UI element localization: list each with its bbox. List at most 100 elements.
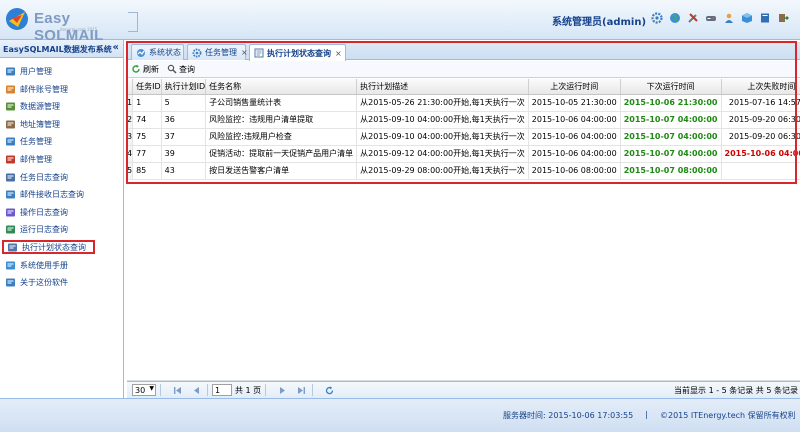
tab-task-management[interactable]: 任务管理 × — [187, 44, 248, 60]
pager-separator — [312, 384, 314, 396]
sidebar-item-7[interactable]: 任务日志查询 — [4, 170, 68, 184]
table-row[interactable]: 1 1 5 子公司销售量统计表 从2015-05-26 21:30:00开始,每1天执行… — [127, 94, 800, 112]
sidebar-item-9[interactable]: 操作日志查询 — [4, 205, 68, 219]
query-button[interactable]: 查询 — [167, 64, 195, 75]
sidebar-item-11[interactable]: 执行计划状态查询 — [2, 240, 95, 254]
sidebar-item-label: 操作日志查询 — [20, 207, 68, 217]
pager-separator — [207, 384, 208, 396]
plan-desc-cell: 从2015-09-29 08:00:00开始,每1天执行一次 — [356, 162, 529, 180]
user-icon[interactable] — [722, 11, 735, 24]
sidebar-item-5[interactable]: 任务管理 — [4, 134, 52, 148]
sidebar-item-label: 运行日志查询 — [20, 224, 68, 234]
sidebar-item-12[interactable]: 系统使用手册 — [4, 258, 68, 272]
column-header-task-id[interactable]: 任务ID — [132, 79, 162, 95]
table-row[interactable]: 5 85 43 按日发送告警客户清单 从2015-09-29 08:00:00开始,每1… — [127, 162, 800, 180]
refresh-label: 刷新 — [143, 64, 159, 74]
close-icon[interactable]: × — [335, 49, 342, 58]
sidebar-item-2[interactable]: 邮件账号管理 — [4, 82, 68, 96]
task-id-cell: 74 — [132, 111, 162, 129]
address-book-icon — [4, 118, 16, 130]
column-header-plan-id[interactable]: 执行计划ID — [161, 79, 207, 95]
refresh-button[interactable]: 刷新 — [131, 64, 159, 75]
plan-desc-cell: 从2015-09-10 04:00:00开始,每1天执行一次 — [356, 128, 529, 146]
tab-label: 执行计划状态查询 — [267, 48, 331, 58]
task-gear-icon — [192, 48, 202, 58]
logo-mark-icon — [6, 8, 28, 30]
tab-system-status[interactable]: 系统状态 — [131, 44, 184, 60]
last-fail-cell: 2015-09-20 06:30:00 — [721, 111, 800, 129]
last-fail-cell — [721, 162, 800, 180]
next-page-button[interactable] — [275, 384, 289, 396]
manual-icon — [4, 259, 16, 271]
task-id-cell: 77 — [132, 145, 162, 163]
column-header-last-fail[interactable]: 上次失败时间 — [721, 79, 800, 95]
sidebar-item-6[interactable]: 邮件管理 — [4, 152, 52, 166]
last-run-cell: 2015-10-06 08:00:00 — [528, 162, 621, 180]
status-icon — [136, 48, 146, 58]
last-page-button[interactable] — [294, 384, 308, 396]
logo-subtitle: itenergy.com 2015 — [60, 27, 98, 32]
cube-icon[interactable] — [740, 11, 753, 24]
envelope-icon — [4, 153, 16, 165]
tab-bar: 系统状态 任务管理 × 执行计划状态查询 × — [127, 42, 800, 61]
grid-header-row: 任务ID 执行计划ID 任务名称 执行计划描述 上次运行时间 下次运行时间 上次… — [127, 79, 800, 95]
admin-user-label[interactable]: 系统管理员(admin) — [552, 13, 646, 28]
column-header-task-name[interactable]: 任务名称 — [205, 79, 358, 95]
globe-icon[interactable] — [668, 11, 681, 24]
gamepad-icon[interactable] — [704, 11, 717, 24]
page-size-select[interactable]: 30 ▼ — [132, 384, 156, 396]
plan-desc-cell: 从2015-09-12 04:00:00开始,每1天执行一次 — [356, 145, 529, 163]
sidebar-title: EasySQLMAIL数据发布系统 — [3, 45, 112, 54]
plan-desc-cell: 从2015-05-26 21:30:00开始,每1天执行一次 — [356, 94, 529, 112]
record-count-info: 当前显示 1 - 5 条记录 共 5 条记录 — [674, 386, 798, 395]
tab-label: 系统状态 — [149, 48, 181, 57]
plan-id-cell: 37 — [161, 128, 207, 146]
column-header-last-run[interactable]: 上次运行时间 — [528, 79, 621, 95]
tools-icon[interactable] — [686, 11, 699, 24]
close-icon[interactable]: × — [241, 48, 248, 57]
gear-icon[interactable] — [650, 11, 663, 24]
app-footer: 服务器时间: 2015-10-06 17:03:55 | ©2015 ITEne… — [0, 398, 800, 432]
main-panel: 系统状态 任务管理 × 执行计划状态查询 × 刷新 查询 任务ID 执行计划ID… — [127, 42, 800, 398]
first-page-button[interactable] — [170, 384, 184, 396]
page-number-input[interactable]: 1 — [212, 384, 232, 396]
exit-icon[interactable] — [776, 11, 789, 24]
sidebar-item-10[interactable]: 运行日志查询 — [4, 222, 68, 236]
reload-button[interactable] — [322, 384, 336, 396]
column-header-plan-desc[interactable]: 执行计划描述 — [356, 79, 529, 95]
sidebar-item-4[interactable]: 地址簿管理 — [4, 117, 60, 131]
sidebar-item-1[interactable]: 用户管理 — [4, 64, 52, 78]
page-size-value: 30 — [135, 385, 146, 395]
sidebar-item-8[interactable]: 邮件接收日志查询 — [4, 187, 84, 201]
search-icon — [167, 64, 177, 74]
users-icon — [4, 65, 16, 77]
schedule-status-grid: 任务ID 执行计划ID 任务名称 执行计划描述 上次运行时间 下次运行时间 上次… — [127, 79, 800, 379]
sidebar-item-13[interactable]: 关于这份软件 — [4, 275, 68, 289]
server-time: 服务器时间: 2015-10-06 17:03:55 — [503, 411, 634, 420]
last-run-cell: 2015-10-05 21:30:00 — [528, 94, 621, 112]
footer-separator: | — [645, 410, 648, 419]
last-fail-cell: 2015-10-06 04:00:04 — [721, 145, 800, 163]
task-name-cell: 按日发送告警客户清单 — [205, 162, 358, 180]
sidebar-item-label: 任务日志查询 — [20, 172, 68, 182]
sidebar-item-label: 邮件账号管理 — [20, 84, 68, 94]
header-toolbar — [650, 11, 789, 24]
task-gear-icon — [4, 135, 16, 147]
plan-id-cell: 43 — [161, 162, 207, 180]
next-run-cell: 2015-10-07 04:00:00 — [620, 111, 722, 129]
column-header-next-run[interactable]: 下次运行时间 — [620, 79, 722, 95]
pager-separator — [265, 384, 267, 396]
table-row[interactable]: 2 74 36 风险监控：违规用户清单提取 从2015-09-10 04:00:00开始… — [127, 111, 800, 129]
table-row[interactable]: 4 77 39 促销活动：提取前一天促销产品用户清单 从2015-09-12 04:00… — [127, 145, 800, 163]
pagination-bar: 30 ▼ 1 共 1 页 当前显示 1 - 5 条记录 共 5 条记录 — [127, 381, 800, 398]
tab-schedule-status-query[interactable]: 执行计划状态查询 × — [249, 44, 346, 61]
book-icon[interactable] — [758, 11, 771, 24]
task-id-cell: 85 — [132, 162, 162, 180]
app-header: Easy SQLMAIL itenergy.com 2015 系统管理员(adm… — [0, 0, 800, 44]
app-logo: Easy SQLMAIL itenergy.com 2015 — [4, 4, 138, 44]
sidebar-item-3[interactable]: 数据源管理 — [4, 99, 60, 113]
table-row[interactable]: 3 75 37 风险监控:违规用户检查 从2015-09-10 04:00:00开始,每… — [127, 128, 800, 146]
sidebar-item-label: 地址簿管理 — [20, 119, 60, 129]
prev-page-button[interactable] — [189, 384, 203, 396]
collapse-sidebar-icon[interactable]: « — [113, 42, 119, 53]
